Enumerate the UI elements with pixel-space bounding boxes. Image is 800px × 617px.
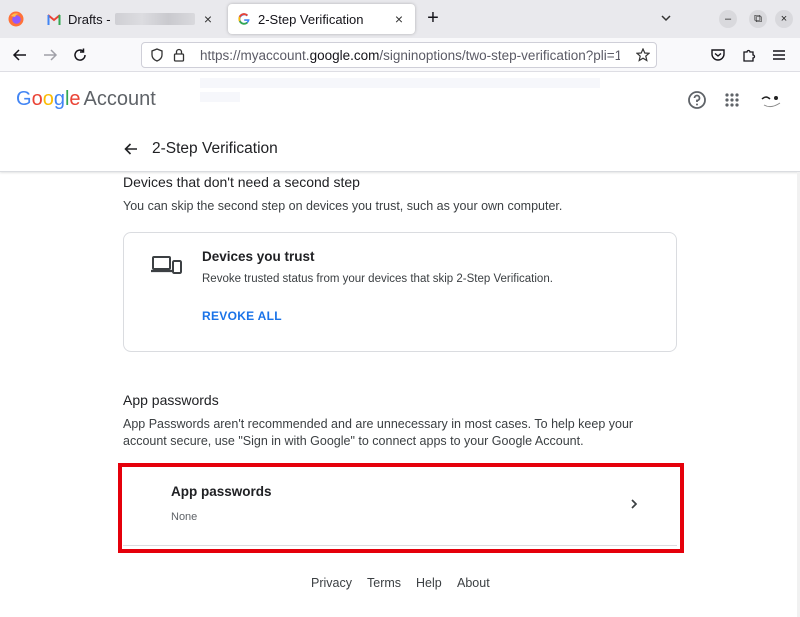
browser-tab-bar: Drafts - × 2-Step Verification × + – ⧉ × [0, 0, 800, 38]
devices-you-trust-card: Devices you trust Revoke trusted status … [123, 232, 677, 352]
google-g-icon [236, 11, 252, 27]
extensions-icon[interactable] [740, 46, 758, 64]
revoke-all-button[interactable]: REVOKE ALL [202, 309, 282, 323]
url-bar[interactable]: https://myaccount.google.com/signinoptio… [141, 42, 657, 68]
chevron-down-icon[interactable] [659, 11, 673, 25]
devices-section-heading: Devices that don't need a second step [123, 174, 360, 190]
footer-help-link[interactable]: Help [416, 576, 442, 590]
reload-icon[interactable] [71, 46, 89, 64]
gmail-icon [46, 11, 62, 27]
footer-terms-link[interactable]: Terms [367, 576, 401, 590]
card-title: Devices you trust [202, 249, 315, 264]
close-tab-icon[interactable]: × [200, 11, 216, 27]
restore-button[interactable]: ⧉ [749, 10, 767, 28]
close-tab-icon[interactable]: × [391, 11, 407, 27]
chevron-right-icon [631, 499, 638, 509]
new-tab-button[interactable]: + [423, 8, 443, 29]
tab-label: Drafts - [68, 11, 111, 27]
blurred-email [114, 13, 195, 25]
account-header: Google Account 2-Step Verification [0, 72, 800, 172]
app-passwords-heading: App passwords [123, 392, 219, 408]
app-passwords-row-value: None [171, 511, 198, 523]
app-passwords-description: App Passwords aren't recommended and are… [123, 417, 634, 448]
card-description: Revoke trusted status from your devices … [202, 273, 553, 285]
lock-icon[interactable] [172, 48, 186, 62]
browser-nav-bar: https://myaccount.google.com/signinoptio… [0, 38, 800, 72]
forward-icon[interactable] [41, 46, 59, 64]
close-window-button[interactable]: × [775, 10, 793, 28]
help-icon[interactable] [686, 89, 708, 111]
pocket-icon[interactable] [709, 46, 727, 64]
scrolled-content-ghost [200, 78, 620, 102]
tab-2-step-verification[interactable]: 2-Step Verification × [228, 4, 415, 34]
footer-privacy-link[interactable]: Privacy [311, 576, 352, 590]
google-account-logo[interactable]: Google Account [16, 88, 156, 111]
page-header: 2-Step Verification [122, 138, 278, 160]
tab-label: 2-Step Verification [258, 11, 364, 27]
bookmark-star-icon[interactable] [636, 48, 650, 62]
page-title: 2-Step Verification [152, 140, 278, 157]
app-passwords-row-title: App passwords [171, 484, 272, 499]
app-passwords-row[interactable]: App passwords None [123, 468, 677, 546]
footer-about-link[interactable]: About [457, 576, 490, 590]
shield-icon[interactable] [150, 48, 164, 62]
back-arrow-icon[interactable] [122, 140, 140, 158]
apps-grid-icon[interactable] [721, 89, 743, 111]
tab-drafts[interactable]: Drafts - × [38, 4, 224, 34]
menu-icon[interactable] [770, 46, 788, 64]
avatar[interactable] [756, 87, 786, 113]
back-icon[interactable] [11, 46, 29, 64]
minimize-button[interactable]: – [719, 10, 737, 28]
devices-section-description: You can skip the second step on devices … [123, 199, 563, 213]
firefox-logo-icon[interactable] [8, 11, 24, 27]
devices-icon [151, 256, 182, 274]
url-text[interactable]: https://myaccount.google.com/signinoptio… [200, 48, 620, 63]
